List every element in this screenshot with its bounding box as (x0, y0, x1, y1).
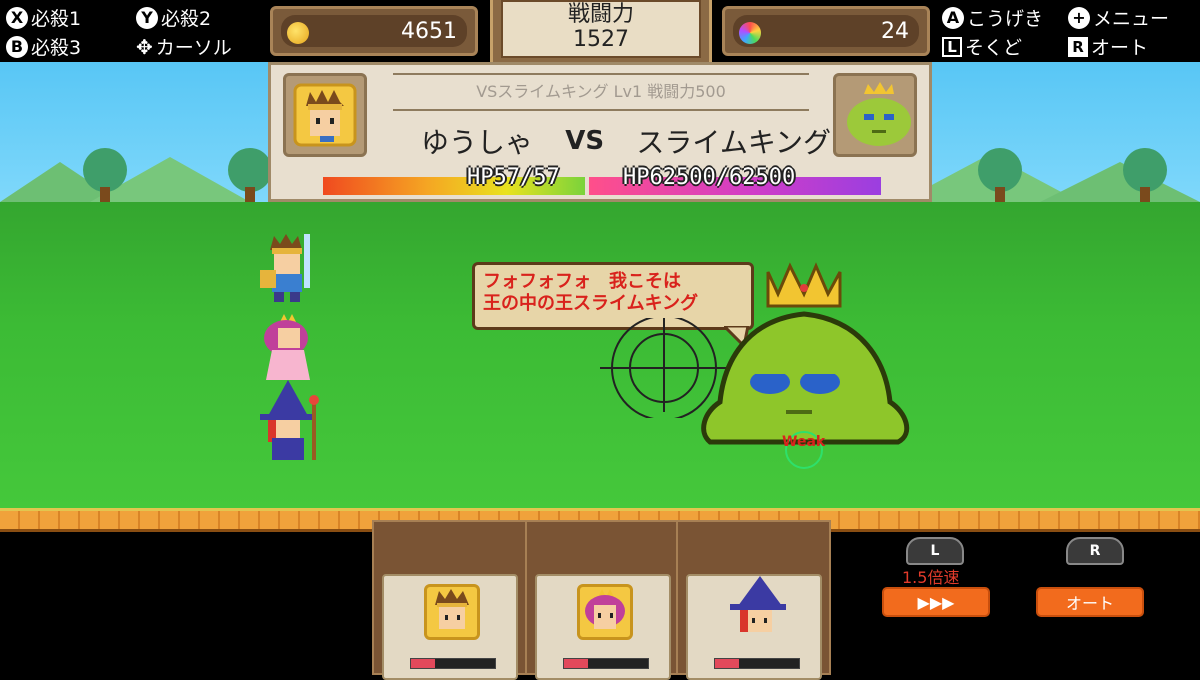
l-button-icon: L (942, 36, 962, 57)
princess-card-hp-fill (564, 659, 588, 668)
y-button-icon: Y (136, 6, 158, 29)
control-label-x: 必殺1 (31, 8, 82, 30)
dpad-icon: ✥ (136, 34, 153, 59)
control-hint-b: B 必殺3 (6, 33, 81, 60)
control-label-a: こうげき (967, 8, 1044, 30)
princess-sprite (264, 314, 310, 380)
speed-label: 1.5倍速 (902, 568, 960, 587)
b-button-icon: B (6, 35, 28, 58)
control-hint-plus: + メニュー (1068, 4, 1169, 31)
battle-info-panel: VSスライムキング Lv1 戦闘力500 ゆうしゃ VS スライムキング HP5… (268, 62, 932, 202)
control-label-y: 必殺2 (161, 8, 212, 30)
control-hint-x: X 必殺1 (6, 4, 81, 31)
vs-label: VS (565, 126, 605, 156)
hero-card-icon (424, 584, 480, 640)
witch-card-icon (728, 576, 786, 632)
princess-card-hp-bar (563, 658, 649, 669)
slime-king-face-icon (847, 82, 911, 146)
x-button-icon: X (6, 6, 28, 29)
witch-card-hp-bar (714, 658, 800, 669)
control-label-l: そくど (965, 37, 1023, 59)
r-shoulder-button-icon: R (1066, 537, 1124, 565)
witch-sprite (260, 380, 319, 460)
rainbow-gem-icon (739, 22, 761, 44)
witch-card-hp-fill (715, 659, 739, 668)
auto-button[interactable]: オート (1036, 587, 1144, 617)
party-sprites (260, 234, 319, 460)
gold-coin-icon (287, 22, 309, 44)
r-button-icon: R (1068, 36, 1088, 57)
l-shoulder-button-icon: L (906, 537, 964, 565)
speed-button[interactable]: ▶▶▶ (882, 587, 990, 617)
control-label-b: 必殺3 (31, 37, 82, 59)
party-slot-witch[interactable] (676, 520, 831, 680)
weak-point-label: Weak (782, 434, 826, 450)
party-slot-princess[interactable] (525, 520, 680, 680)
control-label-plus: メニュー (1093, 8, 1170, 30)
enemy-portrait (833, 73, 917, 157)
control-label-r: オート (1091, 37, 1149, 59)
hero-face-icon (293, 83, 357, 147)
hero-card-hp-bar (410, 658, 496, 669)
a-button-icon: A (942, 6, 964, 29)
control-hint-y: Y 必殺2 (136, 4, 211, 31)
party-slot-hero[interactable] (372, 520, 527, 680)
battle-power-title: 戦闘力 (567, 2, 634, 27)
gold-counter: 4651 (270, 6, 478, 56)
battle-power-box: 戦闘力 1527 (490, 0, 712, 68)
party-card-witch[interactable] (686, 574, 822, 680)
battle-matchup: ゆうしゃ VS スライムキング (421, 121, 831, 161)
enemy-hp-text: HP62500/62500 (623, 165, 796, 190)
hero-name: ゆうしゃ (421, 126, 534, 159)
battle-subtitle: VSスライムキング Lv1 戦闘力500 (393, 73, 809, 111)
control-hint-a: A こうげき (942, 4, 1043, 31)
enemy-name: スライムキング (636, 126, 831, 159)
control-hint-r: R オート (1068, 33, 1148, 60)
party-card-hero[interactable] (382, 574, 518, 680)
control-label-dpad: カーソル (155, 37, 232, 59)
hero-card-hp-fill (411, 659, 435, 668)
princess-card-icon (577, 584, 633, 640)
gem-counter: 24 (722, 6, 930, 56)
battle-power-value: 1527 (573, 27, 629, 52)
hero-sprite (260, 234, 310, 302)
plus-button-icon: + (1068, 6, 1090, 29)
hero-hp-text: HP57/57 (467, 165, 560, 190)
control-hint-dpad: ✥ カーソル (136, 33, 232, 60)
hero-portrait (283, 73, 367, 157)
control-hint-l: L そくど (942, 33, 1022, 60)
party-card-princess[interactable] (535, 574, 671, 680)
